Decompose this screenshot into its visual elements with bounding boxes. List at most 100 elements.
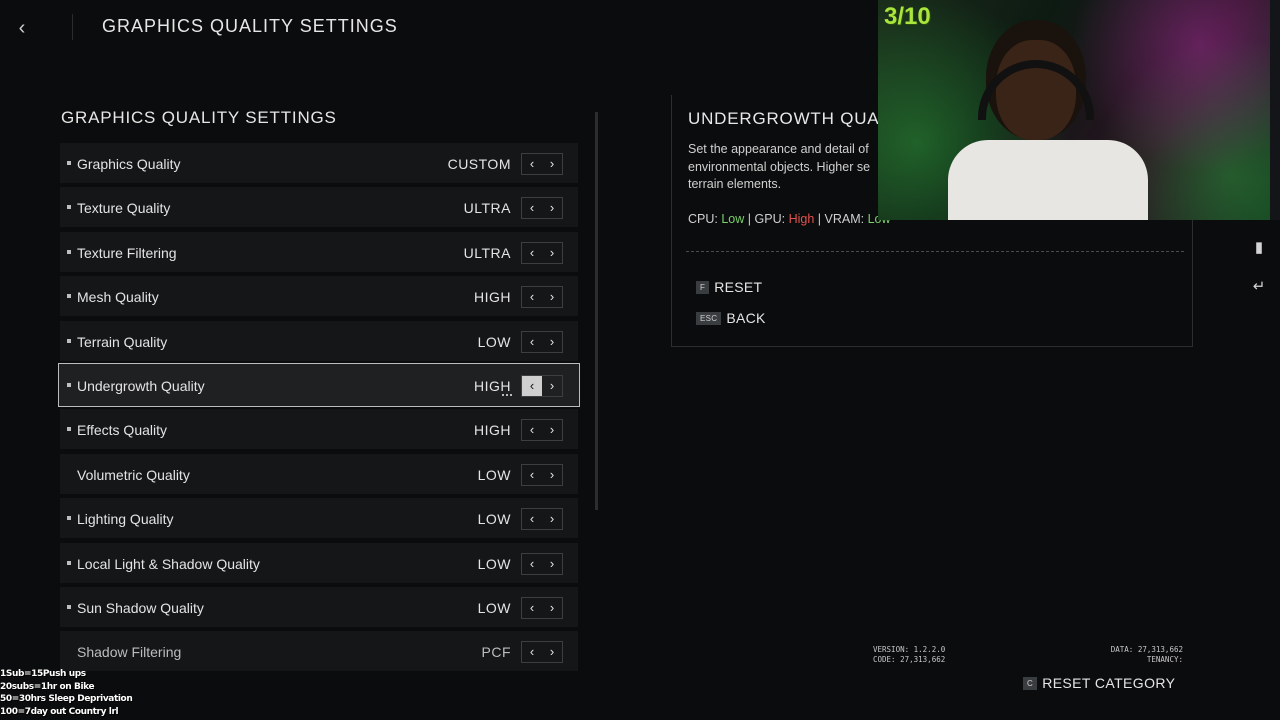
page-title: GRAPHICS QUALITY SETTINGS [102,16,398,36]
value-stepper: ‹ › [521,508,563,531]
setting-value: PCF [481,644,511,661]
setting-value: ULTRA [463,200,511,217]
chevron-right-icon[interactable]: › [542,287,562,307]
setting-value: HIGH [474,289,511,306]
setting-label: Graphics Quality [77,156,181,172]
setting-label: Effects Quality [77,422,168,439]
gpu-label: GPU: [754,212,786,226]
bullet-icon [67,161,71,165]
chevron-right-icon[interactable]: › [542,465,562,485]
setting-row-terrain-quality[interactable]: Terrain Quality LOW ‹ › [60,320,578,361]
setting-value: LOW [477,511,511,528]
chevron-right-icon[interactable]: › [542,554,562,574]
value-stepper: ‹ › [521,641,563,664]
settings-list: Graphics Quality CUSTOM ‹ › Texture Quali… [58,143,580,676]
chevron-left-icon[interactable]: ‹ [12,16,32,40]
value-stepper: ‹ › [521,374,563,397]
goal-line: 50=30hrs Sleep Deprivation [0,694,133,704]
vram-label: VRAM: [824,212,865,226]
setting-value: LOW [477,555,511,572]
chevron-left-icon[interactable]: ‹ [522,287,542,307]
setting-row-volumetric-quality[interactable]: Volumetric Quality LOW ‹ › [60,453,578,494]
goal-line: 100=7day out Country lrl [0,706,119,717]
chevron-left-icon[interactable]: ‹ [522,154,542,174]
value-stepper: ‹ › [521,330,563,353]
dashed-divider [686,251,1184,252]
chevron-right-icon[interactable]: › [542,332,562,352]
setting-row-undergrowth-quality[interactable]: Undergrowth Quality HIGH ‹ › [58,362,580,407]
setting-label: Lighting Quality [77,511,174,528]
reset-button[interactable]: F RESET [696,279,762,295]
chevron-right-icon[interactable]: › [542,154,562,174]
value-stepper: ‹ › [521,419,563,442]
chat-icon[interactable]: ▮ [1248,239,1270,257]
setting-row-lighting-quality[interactable]: Lighting Quality LOW ‹ › [60,498,578,539]
setting-label: Undergrowth Quality [77,377,205,394]
bullet-icon [67,560,71,565]
gpu-value: High [788,212,815,226]
setting-row-sun-shadow-quality[interactable]: Sun Shadow Quality LOW ‹ › [60,586,578,627]
goal-line: 1Sub=15Push ups [0,669,86,679]
version-text: VERSION: 1.2.2.0 [873,645,946,654]
setting-row-shadow-filtering[interactable]: Shadow Filtering PCF ‹ › [60,631,578,672]
setting-row-texture-quality[interactable]: Texture Quality ULTRA ‹ › [60,187,578,228]
setting-value: CUSTOM [447,156,511,172]
side-strip [1270,0,1280,220]
bullet-icon [67,427,71,432]
reset-category-button[interactable]: C RESET CATEGORY [1023,675,1175,691]
scrollbar[interactable] [595,112,598,510]
setting-row-mesh-quality[interactable]: Mesh Quality HIGH ‹ › [60,276,578,317]
setting-value: LOW [477,466,511,483]
chevron-left-icon[interactable]: ‹ [522,598,542,618]
separator: | [747,212,752,226]
back-button[interactable]: ESC BACK [696,310,766,326]
chevron-left-icon[interactable]: ‹ [522,465,542,485]
chevron-left-icon[interactable]: ‹ [522,243,542,263]
bullet-icon [67,294,71,299]
detail-title: UNDERGROWTH QUAL [688,109,890,128]
chevron-right-icon[interactable]: › [542,420,562,440]
separator: | [817,212,822,226]
back-label: BACK [726,310,766,326]
chevron-left-icon[interactable]: ‹ [522,420,542,440]
bullet-icon [67,516,71,521]
chevron-right-icon[interactable]: › [542,243,562,263]
chevron-left-icon[interactable]: ‹ [522,332,542,352]
chevron-left-icon[interactable]: ‹ [522,509,542,529]
key-hint: F [696,281,710,294]
stream-goals: 1Sub=15Push ups 20subs=1hr on Bike 50=30… [0,668,133,718]
chevron-right-icon[interactable]: › [542,509,562,529]
setting-row-texture-filtering[interactable]: Texture Filtering ULTRA ‹ › [60,231,578,272]
bullet-icon [67,205,71,210]
chevron-left-icon[interactable]: ‹ [522,642,542,662]
chevron-right-icon[interactable]: › [542,198,562,218]
section-title: GRAPHICS QUALITY SETTINGS [61,108,337,127]
value-stepper: ‹ › [521,286,563,309]
reset-category-label: RESET CATEGORY [1042,675,1176,691]
value-stepper: ‹ › [521,197,563,220]
chevron-right-icon[interactable]: › [542,376,562,396]
chevron-left-icon[interactable]: ‹ [522,375,542,396]
chevron-right-icon[interactable]: › [542,598,562,618]
key-hint: C [1023,677,1038,690]
chevron-left-icon[interactable]: ‹ [522,198,542,218]
code-text: CODE: 27,313,662 [873,655,946,664]
performance-impact: CPU: Low | GPU: High | VRAM: Low [688,212,891,226]
bullet-icon [67,604,71,609]
setting-row-graphics-quality[interactable]: Graphics Quality CUSTOM ‹ › [60,143,578,183]
setting-value: LOW [477,333,511,350]
bullet-icon [67,382,71,387]
setting-label: Local Light & Shadow Quality [77,555,260,572]
chevron-right-icon[interactable]: › [542,642,562,662]
chevron-left-icon[interactable]: ‹ [522,554,542,574]
share-icon[interactable]: ↵ [1248,278,1270,296]
data-info: DATA: 27,313,662 TENANCY: [1110,645,1183,665]
reset-label: RESET [714,279,763,295]
bullet-icon [67,249,71,254]
cpu-label: CPU: [688,212,718,226]
setting-value: ULTRA [463,244,511,261]
setting-row-local-light-shadow-quality[interactable]: Local Light & Shadow Quality LOW ‹ › [60,542,578,583]
loading-dots [502,393,512,398]
setting-row-effects-quality[interactable]: Effects Quality HIGH ‹ › [60,409,578,450]
setting-label: Shadow Filtering [77,644,182,661]
